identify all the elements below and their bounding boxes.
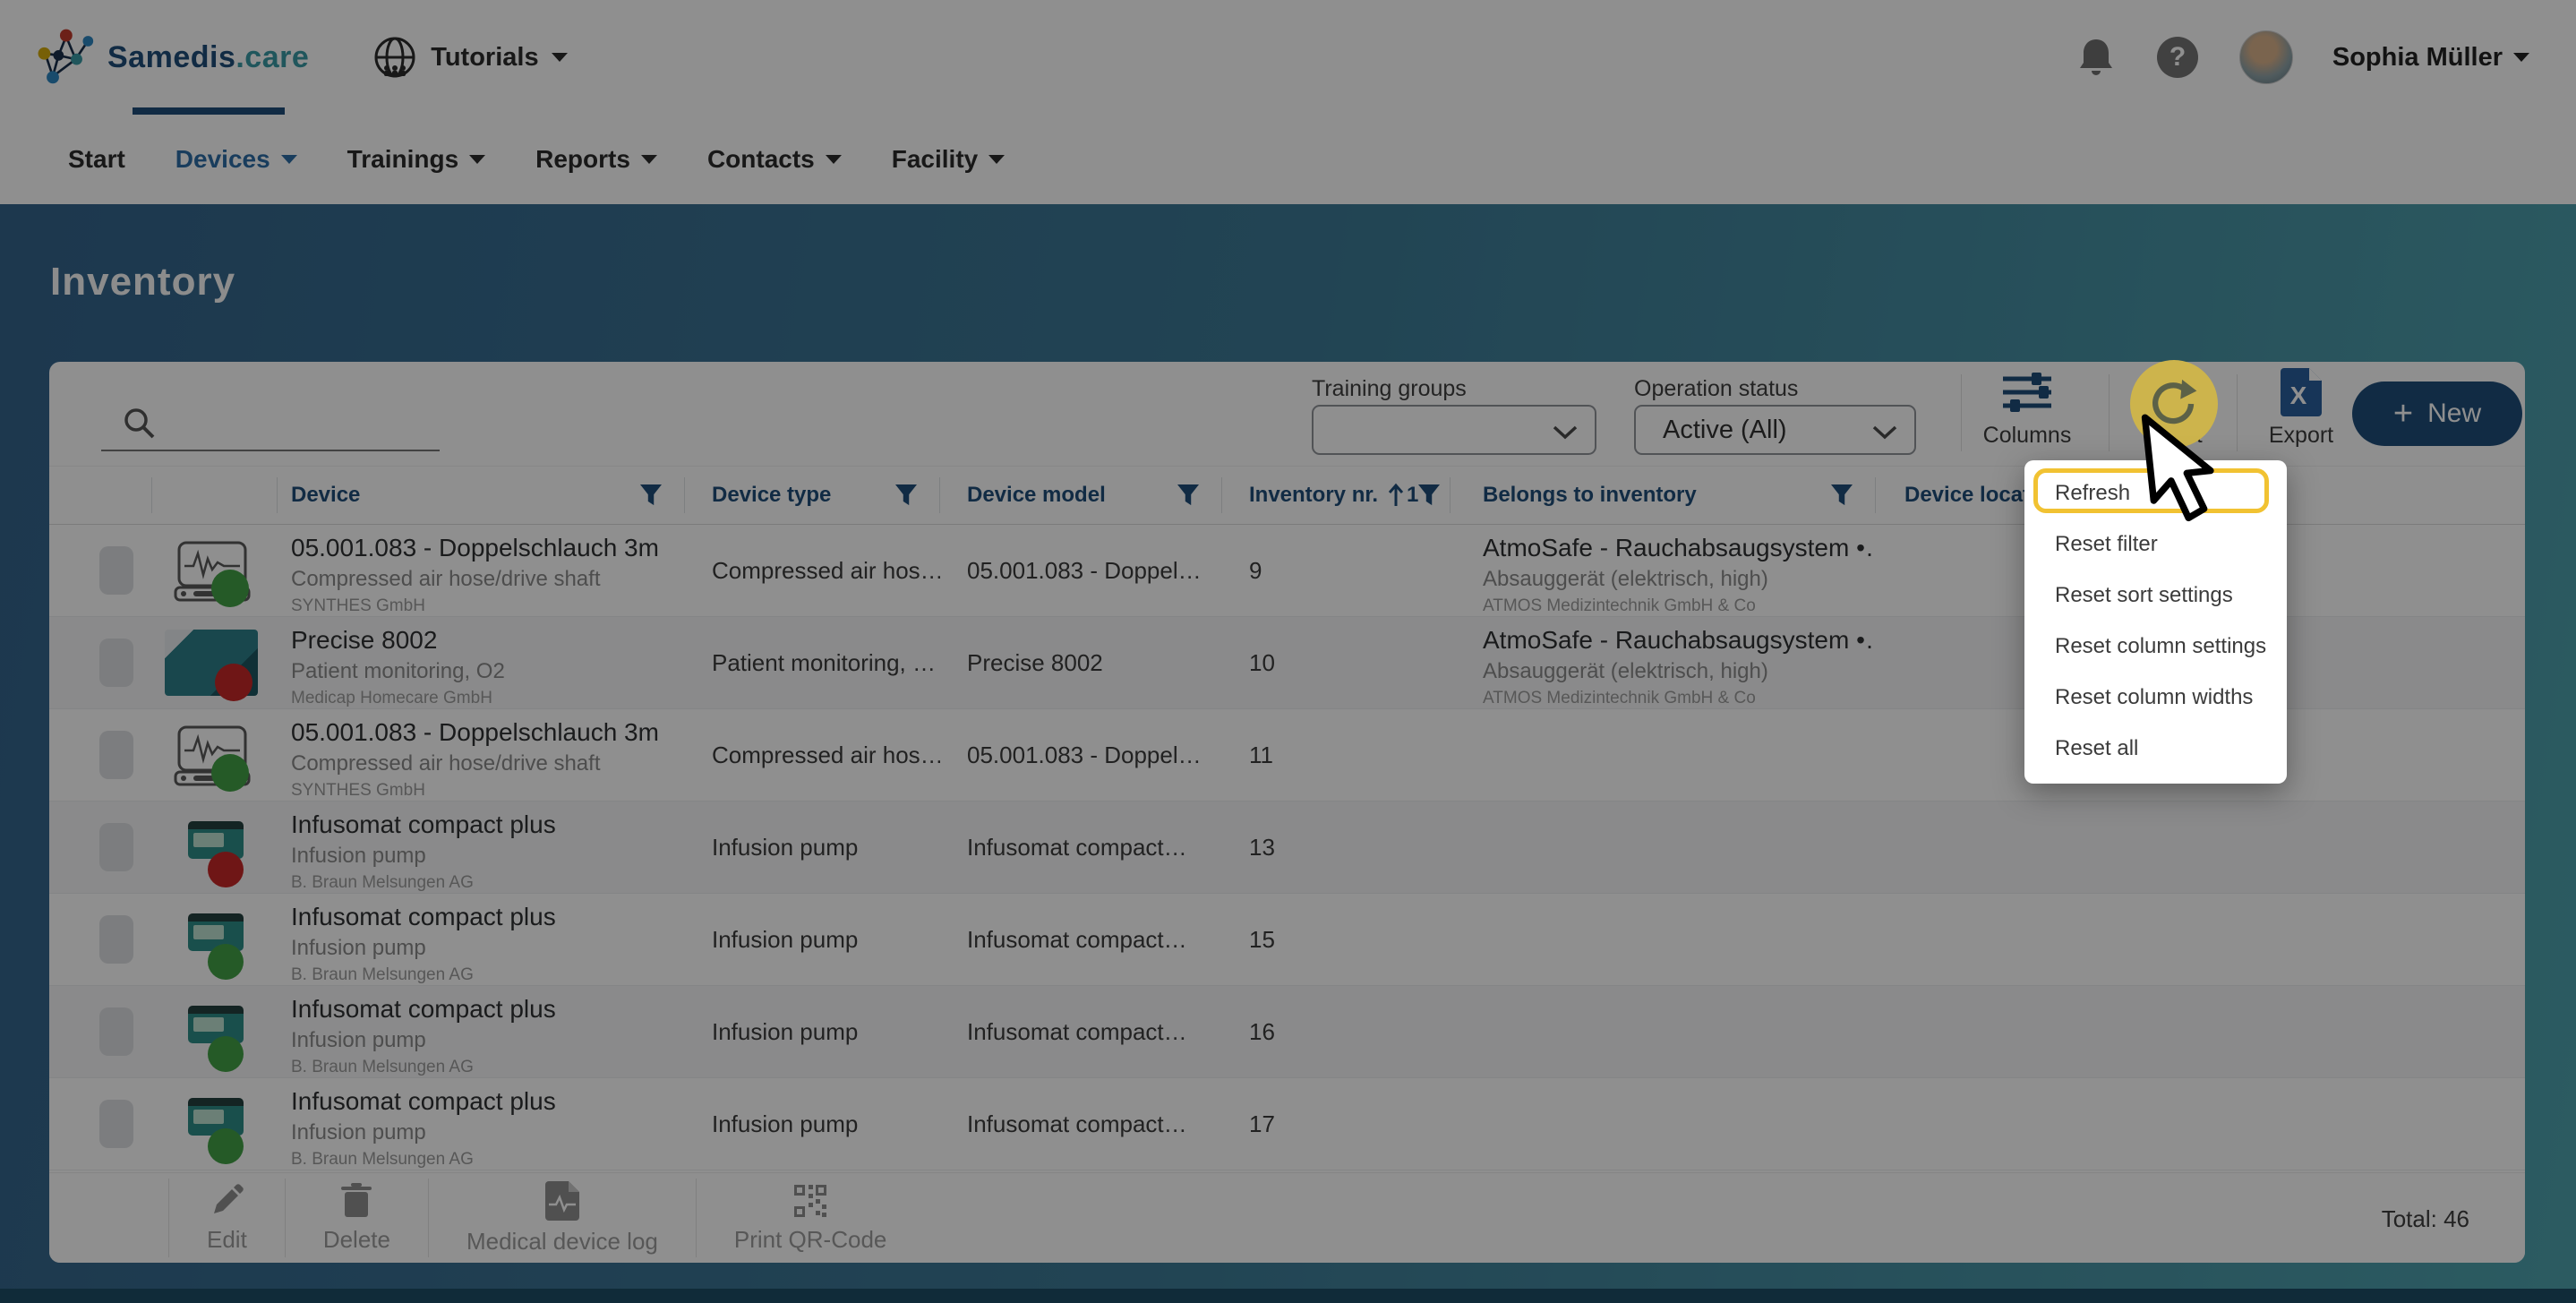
menu-item-reset-all[interactable]: Reset all <box>2024 723 2287 774</box>
menu-item-reset-column-settings[interactable]: Reset column settings <box>2024 621 2287 672</box>
menu-item-reset-sort-settings[interactable]: Reset sort settings <box>2024 570 2287 621</box>
menu-item-reset-column-widths[interactable]: Reset column widths <box>2024 672 2287 723</box>
mouse-cursor <box>2135 406 2237 535</box>
app-window: Samedis.care Tutorials ? <box>0 0 2576 1303</box>
